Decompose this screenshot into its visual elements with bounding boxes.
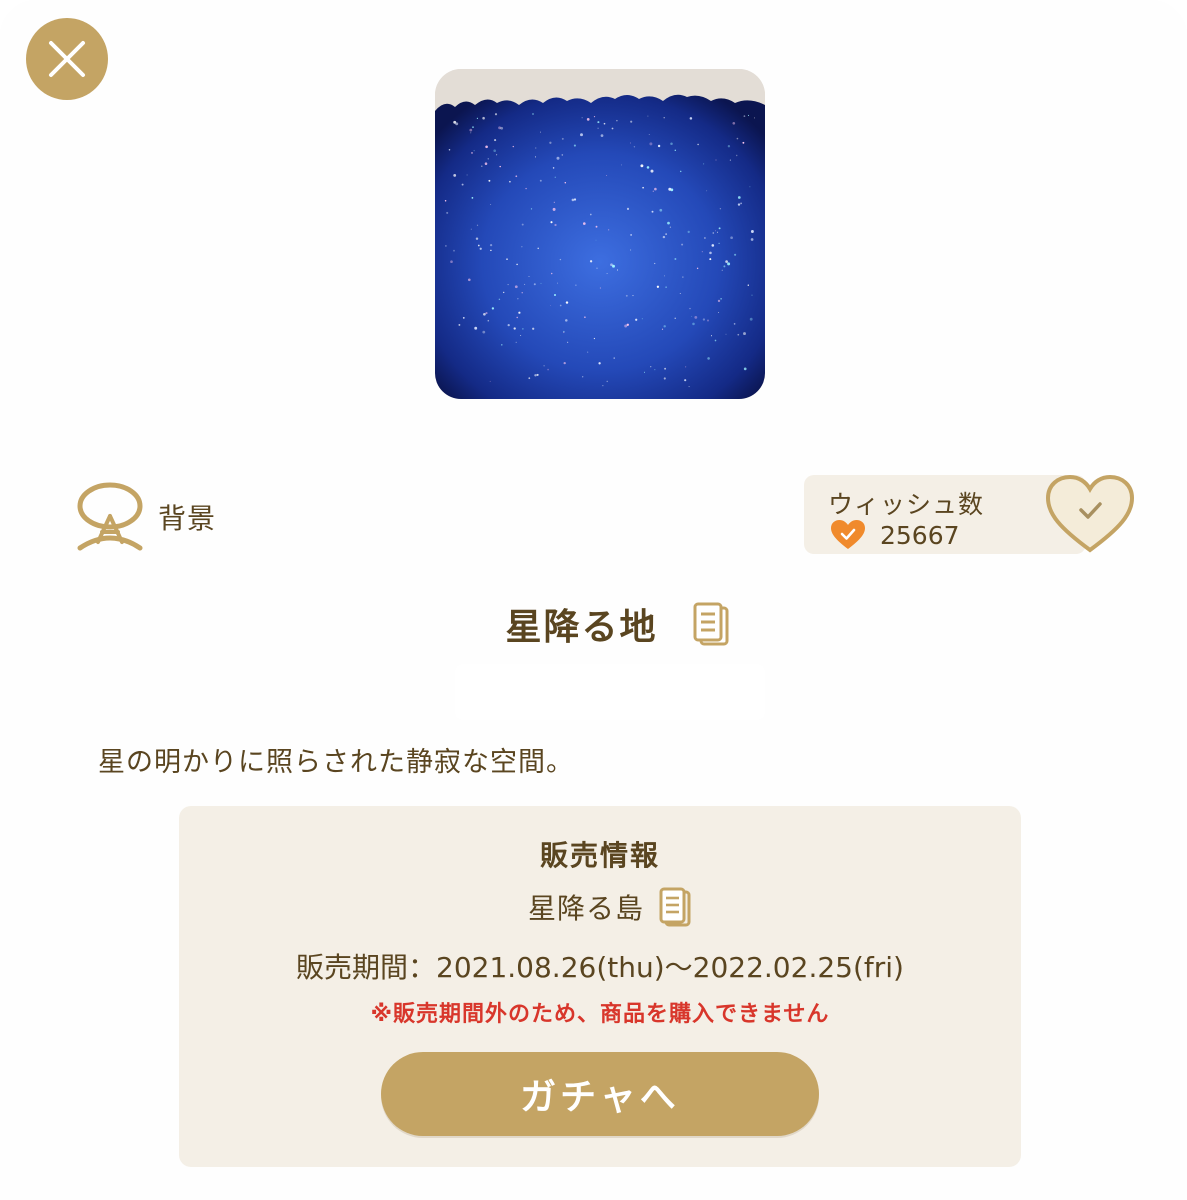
category-label: 背景 [158, 502, 217, 535]
wish-title: ウィッシュ数 [828, 490, 985, 519]
sales-title: 販売情報 [539, 839, 660, 872]
document-icon[interactable] [692, 601, 730, 647]
wish-count-row: 25667 [830, 519, 960, 551]
sales-period: 販売期間：2021.08.26(thu)〜2022.02.25(fri) [296, 951, 904, 984]
background-category-icon [77, 482, 143, 551]
gacha-name: 星降る島 [527, 892, 644, 925]
close-button[interactable] [26, 18, 108, 100]
heart-small-icon [831, 520, 865, 549]
wish-count-value: 25667 [880, 520, 960, 550]
gacha-document-icon[interactable] [658, 886, 692, 928]
item-detail-sheet: 背景 ウィッシュ数 25667 星降る地 星の明かりに照らされた静寂な空間。 販… [0, 0, 1187, 1200]
category-row: 背景 [76, 482, 216, 552]
sales-info-panel: 販売情報 星降る島 販売期間：2021.08.26(thu)〜2022.02.2… [179, 806, 1021, 1167]
wish-heart-button[interactable] [1044, 472, 1136, 556]
item-name: 星降る地 [505, 607, 658, 648]
gacha-name-row: 星降る島 [179, 884, 1021, 930]
redacted-area [455, 664, 765, 720]
item-title-row: 星降る地 [0, 596, 1187, 652]
sales-warning: ※販売期間外のため、商品を購入できません [370, 1002, 830, 1027]
item-description: 星の明かりに照らされた静寂な空間。 [98, 747, 574, 778]
starry-night-image [435, 69, 765, 399]
item-image [435, 69, 765, 399]
go-to-gacha-button[interactable]: ガチャへ [381, 1052, 819, 1136]
heart-check-icon [1045, 474, 1135, 553]
gacha-button-label: ガチャへ [520, 1077, 680, 1118]
close-icon [49, 41, 85, 77]
